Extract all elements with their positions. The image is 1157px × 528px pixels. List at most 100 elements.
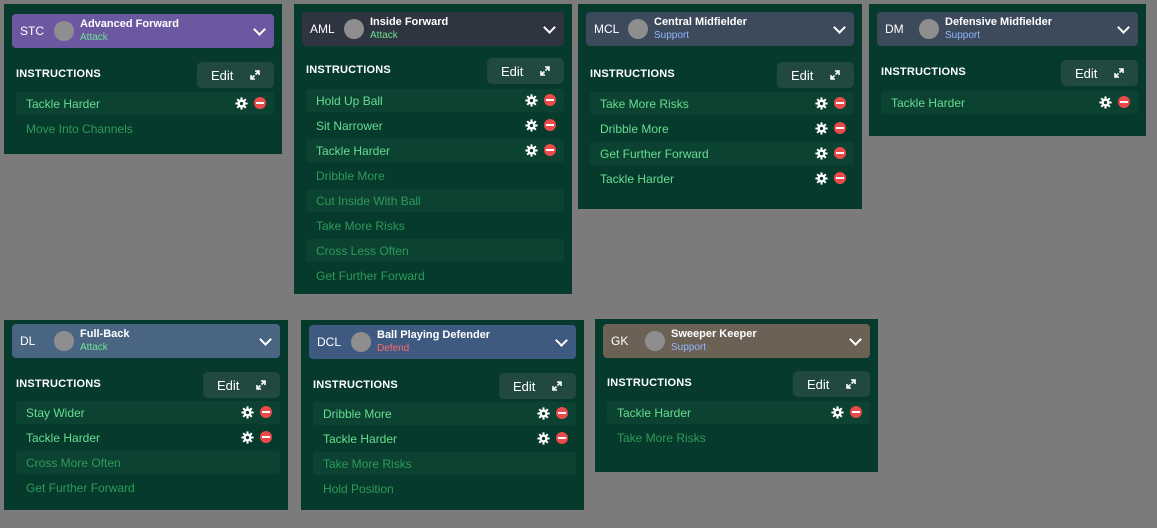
instruction-row-tackle-harder[interactable]: Tackle Harder [881, 91, 1138, 114]
instruction-row-dribble-more[interactable]: Dribble More [313, 402, 576, 425]
gear-icon[interactable] [1099, 96, 1112, 109]
instruction-label: Tackle Harder [26, 96, 101, 111]
gear-icon[interactable] [815, 97, 828, 110]
remove-icon[interactable] [544, 144, 556, 156]
gear-icon[interactable] [831, 406, 844, 419]
instruction-row-get-further-forward[interactable]: Get Further Forward [16, 476, 280, 499]
remove-icon[interactable] [834, 172, 846, 184]
remove-icon[interactable] [260, 431, 272, 443]
gear-icon[interactable] [815, 147, 828, 160]
remove-icon[interactable] [834, 122, 846, 134]
expand-icon [250, 70, 260, 80]
position-label: STC [20, 24, 44, 38]
edit-button-label: Edit [807, 376, 830, 392]
chevron-down-icon[interactable] [833, 21, 846, 34]
gear-icon[interactable] [815, 172, 828, 185]
instruction-row-cross-more-often[interactable]: Cross More Often [16, 451, 280, 474]
role-name: Sweeper Keeper [671, 328, 757, 340]
remove-icon[interactable] [1118, 96, 1130, 108]
edit-button[interactable]: Edit [487, 58, 564, 84]
remove-icon[interactable] [544, 94, 556, 106]
instruction-label: Tackle Harder [891, 95, 966, 110]
role-selector[interactable]: DM Defensive Midfielder Support [877, 12, 1138, 46]
instruction-row-take-more-risks[interactable]: Take More Risks [313, 452, 576, 475]
instruction-row-tackle-harder[interactable]: Tackle Harder [16, 426, 280, 449]
remove-icon[interactable] [556, 432, 568, 444]
gear-icon[interactable] [815, 122, 828, 135]
duty-label: Attack [80, 32, 108, 43]
gear-icon[interactable] [537, 407, 550, 420]
player-avatar-icon [54, 331, 74, 351]
instruction-row-cross-less-often[interactable]: Cross Less Often [306, 239, 564, 262]
gear-icon[interactable] [537, 432, 550, 445]
gear-icon[interactable] [241, 406, 254, 419]
gear-icon[interactable] [525, 144, 538, 157]
edit-button[interactable]: Edit [499, 373, 576, 399]
instruction-row-hold-up-ball[interactable]: Hold Up Ball [306, 89, 564, 112]
instruction-row-dribble-more[interactable]: Dribble More [306, 164, 564, 187]
instruction-row-sit-narrower[interactable]: Sit Narrower [306, 114, 564, 137]
gear-icon[interactable] [525, 94, 538, 107]
role-selector[interactable]: DL Full-Back Attack [12, 324, 280, 358]
role-selector[interactable]: MCL Central Midfielder Support [586, 12, 854, 46]
instruction-row-tackle-harder[interactable]: Tackle Harder [306, 139, 564, 162]
instruction-row-tackle-harder[interactable]: Tackle Harder [16, 92, 274, 115]
role-name: Ball Playing Defender [377, 329, 491, 341]
instruction-row-dribble-more[interactable]: Dribble More [590, 117, 854, 140]
instruction-row-take-more-risks[interactable]: Take More Risks [590, 92, 854, 115]
gear-icon[interactable] [235, 97, 248, 110]
instruction-row-tackle-harder[interactable]: Tackle Harder [607, 401, 870, 424]
instruction-row-take-more-risks[interactable]: Take More Risks [607, 426, 870, 449]
edit-button-label: Edit [501, 63, 524, 79]
role-selector[interactable]: GK Sweeper Keeper Support [603, 324, 870, 358]
position-label: AML [310, 22, 335, 36]
role-selector[interactable]: AML Inside Forward Attack [302, 12, 564, 46]
remove-icon[interactable] [544, 119, 556, 131]
instruction-row-take-more-risks[interactable]: Take More Risks [306, 214, 564, 237]
gear-icon[interactable] [241, 431, 254, 444]
instruction-row-get-further-forward[interactable]: Get Further Forward [306, 264, 564, 287]
instruction-row-move-into-channels[interactable]: Move Into Channels [16, 117, 274, 140]
role-text: Inside Forward Attack [370, 16, 448, 42]
remove-icon[interactable] [260, 406, 272, 418]
remove-icon[interactable] [254, 97, 266, 109]
instructions-heading: INSTRUCTIONS [881, 66, 966, 78]
remove-icon[interactable] [556, 407, 568, 419]
instruction-label: Take More Risks [600, 96, 689, 111]
gear-icon[interactable] [525, 119, 538, 132]
instruction-row-get-further-forward[interactable]: Get Further Forward [590, 142, 854, 165]
instruction-row-tackle-harder[interactable]: Tackle Harder [313, 427, 576, 450]
remove-icon[interactable] [834, 97, 846, 109]
player-avatar-icon [351, 332, 371, 352]
edit-button[interactable]: Edit [777, 62, 854, 88]
instruction-label: Hold Up Ball [316, 93, 383, 108]
remove-icon[interactable] [834, 147, 846, 159]
instruction-row-cut-inside-with-ball[interactable]: Cut Inside With Ball [306, 189, 564, 212]
remove-icon[interactable] [850, 406, 862, 418]
instruction-row-stay-wider[interactable]: Stay Wider [16, 401, 280, 424]
instruction-label: Tackle Harder [26, 430, 101, 445]
role-selector[interactable]: STC Advanced Forward Attack [12, 14, 274, 48]
chevron-down-icon[interactable] [253, 23, 266, 36]
duty-label: Attack [80, 342, 108, 353]
role-panel-aml: AML Inside Forward Attack INSTRUCTIONS Edit H… [294, 4, 572, 294]
instruction-row-hold-position[interactable]: Hold Position [313, 477, 576, 500]
chevron-down-icon[interactable] [1117, 21, 1130, 34]
role-name: Central Midfielder [654, 16, 747, 28]
role-selector[interactable]: DCL Ball Playing Defender Defend [309, 325, 576, 359]
instructions-heading: INSTRUCTIONS [590, 68, 675, 80]
chevron-down-icon[interactable] [259, 333, 272, 346]
edit-button[interactable]: Edit [793, 371, 870, 397]
chevron-down-icon[interactable] [543, 21, 556, 34]
instruction-label: Tackle Harder [323, 431, 398, 446]
edit-button-label: Edit [217, 377, 240, 393]
edit-button-label: Edit [211, 67, 234, 83]
chevron-down-icon[interactable] [849, 333, 862, 346]
position-label: DM [885, 22, 904, 36]
instruction-row-tackle-harder[interactable]: Tackle Harder [590, 167, 854, 190]
expand-icon [846, 379, 856, 389]
edit-button[interactable]: Edit [1061, 60, 1138, 86]
chevron-down-icon[interactable] [555, 334, 568, 347]
edit-button[interactable]: Edit [203, 372, 280, 398]
edit-button[interactable]: Edit [197, 62, 274, 88]
